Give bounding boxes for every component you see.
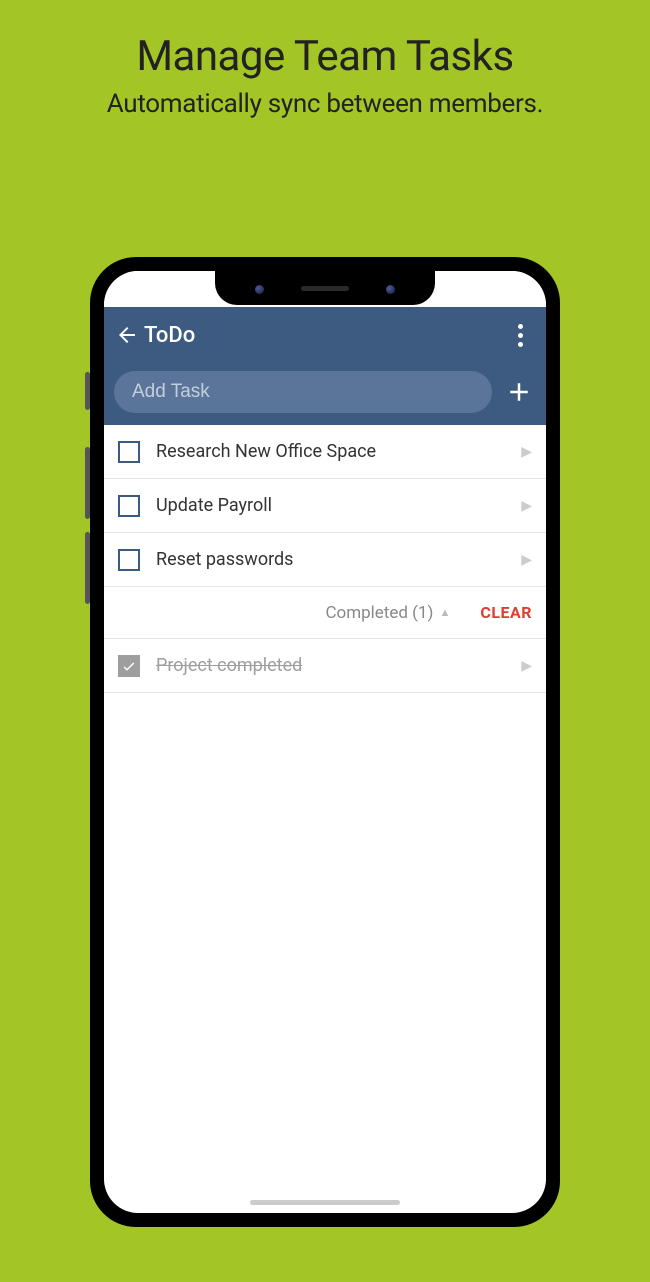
task-label: Reset passwords [156,549,521,570]
plus-icon [504,377,534,407]
completed-section-header[interactable]: Completed (1) ▲ CLEAR [104,587,546,639]
back-button[interactable] [114,322,140,348]
phone-side-button [85,372,90,410]
check-icon [121,658,137,674]
home-indicator [250,1200,400,1205]
dot-icon [518,324,523,329]
task-row[interactable]: Update Payroll ▶ [104,479,546,533]
phone-volume-down [85,532,90,604]
chevron-right-icon: ▶ [521,444,532,460]
clear-button[interactable]: CLEAR [480,603,532,622]
task-row[interactable]: Reset passwords ▶ [104,533,546,587]
phone-frame: ToDo Research New Office Space ▶ [90,257,560,1227]
add-task-bar [104,363,546,425]
task-label: Project completed [156,655,521,676]
chevron-right-icon: ▶ [521,658,532,674]
promo-subtitle: Automatically sync between members. [0,89,650,119]
chevron-right-icon: ▶ [521,552,532,568]
phone-screen: ToDo Research New Office Space ▶ [104,271,546,1213]
task-checkbox[interactable] [118,441,140,463]
add-task-input[interactable] [114,371,492,413]
chevron-up-icon: ▲ [439,606,450,619]
overflow-menu-button[interactable] [508,315,532,355]
completed-count-label: Completed (1) [325,603,433,623]
task-checkbox[interactable] [118,549,140,571]
app-bar: ToDo [104,307,546,363]
dot-icon [518,333,523,338]
task-label: Update Payroll [156,495,521,516]
arrow-left-icon [115,323,139,347]
task-list: Research New Office Space ▶ Update Payro… [104,425,546,693]
app-title: ToDo [144,323,508,348]
promo-title: Manage Team Tasks [0,32,650,81]
task-row[interactable]: Research New Office Space ▶ [104,425,546,479]
sensor-icon [386,285,395,294]
task-label: Research New Office Space [156,441,521,462]
dot-icon [518,342,523,347]
phone-notch [215,271,435,305]
task-row[interactable]: Project completed ▶ [104,639,546,693]
camera-icon [255,285,264,294]
speaker-grille [301,286,349,291]
chevron-right-icon: ▶ [521,498,532,514]
task-checkbox[interactable] [118,495,140,517]
task-checkbox[interactable] [118,655,140,677]
add-task-button[interactable] [502,375,536,409]
phone-volume-up [85,447,90,519]
